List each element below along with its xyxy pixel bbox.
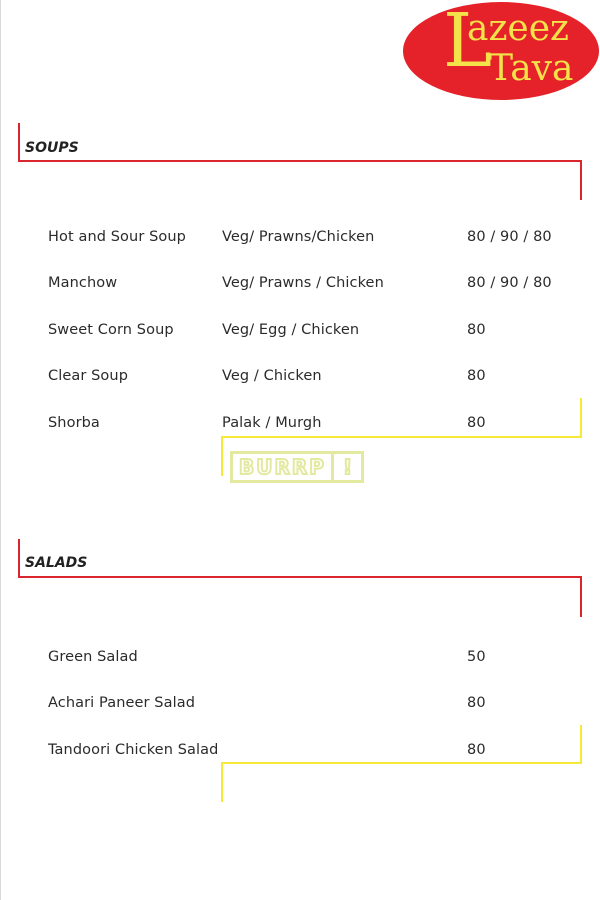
burrp-watermark: BURRP ! [230,451,364,483]
logo-word-1: azeez [467,8,570,49]
soups-header-underline [18,160,582,162]
watermark-divider [331,454,334,480]
salad-price: 50 [467,649,486,665]
soup-price: 80 [467,415,486,431]
soup-variants: Veg/ Prawns / Chicken [222,275,384,291]
watermark-mark: ! [342,454,355,480]
soup-name: Sweet Corn Soup [48,322,174,338]
salads-section-title: SALADS [25,555,88,571]
soups-section-title: SOUPS [25,140,79,156]
salad-price: 80 [467,695,486,711]
salads-footer-left-bar [221,762,223,802]
salad-price: 80 [467,742,486,758]
lazeez-tava-logo: L azeez Tava [403,2,599,100]
salad-name: Achari Paneer Salad [48,695,195,711]
salads-footer-right-bar [580,725,582,764]
soup-price: 80 [467,322,486,338]
soups-header-left-bar [18,123,20,161]
watermark-text: BURRP [238,454,326,480]
soups-footer-line [221,436,582,438]
salads-footer-line [221,762,582,764]
soup-price: 80 [467,368,486,384]
soups-footer-left-bar [221,436,223,476]
salad-name: Tandoori Chicken Salad [48,742,219,758]
soup-name: Hot and Sour Soup [48,229,186,245]
salads-header-right-bar [580,576,582,617]
soup-variants: Veg / Chicken [222,368,322,384]
page-left-border [0,0,1,900]
salads-header-underline [18,576,582,578]
salad-name: Green Salad [48,649,138,665]
soup-variants: Palak / Murgh [222,415,322,431]
soup-variants: Veg/ Egg / Chicken [222,322,360,338]
soup-variants: Veg/ Prawns/Chicken [222,229,375,245]
soup-name: Shorba [48,415,100,431]
soup-price: 80 / 90 / 80 [467,229,552,245]
soups-footer-right-bar [580,398,582,437]
salads-header-left-bar [18,539,20,578]
soup-name: Manchow [48,275,118,291]
soups-header-right-bar [580,160,582,200]
logo-word-2: Tava [489,48,574,89]
soup-price: 80 / 90 / 80 [467,275,552,291]
soup-name: Clear Soup [48,368,128,384]
